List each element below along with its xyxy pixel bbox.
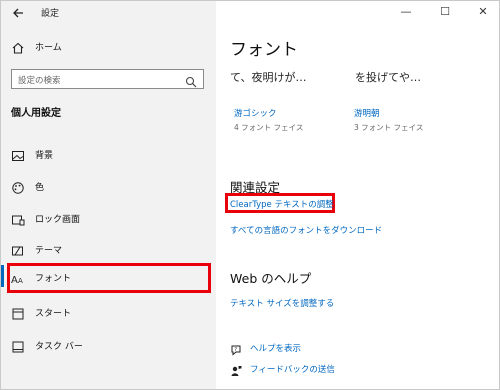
search-placeholder: 設定の検索 — [18, 76, 61, 86]
theme-icon — [11, 244, 25, 258]
settings-window: 設定 ホーム 設定の検索 個人用設定 背景 色 ロック画面 テーマ A A フォ… — [0, 0, 500, 390]
back-arrow-icon[interactable] — [9, 3, 29, 23]
highlight-box — [7, 263, 211, 293]
font-preview-sample[interactable]: を投げてや… — [355, 69, 421, 85]
picture-icon — [11, 149, 25, 163]
sidebar-item-home[interactable]: ホーム — [1, 33, 216, 63]
svg-text:?: ? — [234, 347, 237, 353]
window-title: 設定 — [41, 9, 60, 19]
taskbar-icon — [11, 340, 25, 354]
minimize-button[interactable]: — — [391, 3, 421, 21]
sidebar-item-taskbar[interactable]: タスク バー — [1, 332, 216, 362]
search-icon[interactable] — [185, 73, 197, 88]
close-button[interactable]: ✕ — [468, 3, 498, 21]
home-icon — [11, 41, 25, 55]
sidebar-item-background[interactable]: 背景 — [1, 141, 216, 171]
send-feedback-link[interactable]: フィードバックの送信 — [250, 363, 335, 375]
adjust-text-size-link[interactable]: テキスト サイズを調整する — [230, 297, 334, 309]
section-title: 個人用設定 — [11, 108, 61, 119]
sidebar-item-theme[interactable]: テーマ — [1, 236, 216, 266]
sidebar: 設定 ホーム 設定の検索 個人用設定 背景 色 ロック画面 テーマ A A フォ… — [1, 1, 216, 389]
palette-icon — [11, 181, 25, 195]
sidebar-item-label: 色 — [35, 183, 45, 193]
main-pane: — ☐ ✕ フォント て、夜明けが… を投げてや… 游ゴシック 4 フォント フ… — [216, 1, 499, 389]
font-name[interactable]: 游明朝 — [354, 107, 380, 119]
lock-screen-icon — [11, 213, 25, 227]
font-faces-count: 4 フォント フェイス — [234, 123, 304, 132]
help-icon: ? — [230, 341, 242, 356]
feedback-icon — [230, 362, 242, 376]
get-help-link[interactable]: ヘルプを表示 — [250, 342, 301, 354]
font-preview-sample[interactable]: て、夜明けが… — [230, 69, 306, 85]
font-name[interactable]: 游ゴシック — [234, 107, 277, 119]
sidebar-item-start[interactable]: スタート — [1, 299, 216, 329]
start-icon — [11, 307, 25, 321]
sidebar-item-label: スタート — [35, 309, 72, 319]
sidebar-item-lock-screen[interactable]: ロック画面 — [1, 205, 216, 235]
sidebar-item-label: タスク バー — [35, 342, 83, 352]
search-input[interactable]: 設定の検索 — [11, 69, 204, 89]
page-title: フォント — [230, 40, 298, 60]
sidebar-item-label: テーマ — [35, 246, 63, 256]
web-help-heading: Web のヘルプ — [230, 271, 312, 286]
sidebar-item-label: 背景 — [35, 151, 54, 161]
sidebar-item-color[interactable]: 色 — [1, 173, 216, 203]
font-faces-count: 3 フォント フェイス — [354, 123, 424, 132]
maximize-button[interactable]: ☐ — [430, 3, 460, 21]
cleartype-link[interactable]: ClearType テキストの調整 — [230, 198, 334, 210]
sidebar-item-label: ロック画面 — [35, 215, 81, 225]
sidebar-item-label: ホーム — [35, 43, 62, 53]
download-fonts-link[interactable]: すべての言語のフォントをダウンロード — [230, 224, 382, 236]
